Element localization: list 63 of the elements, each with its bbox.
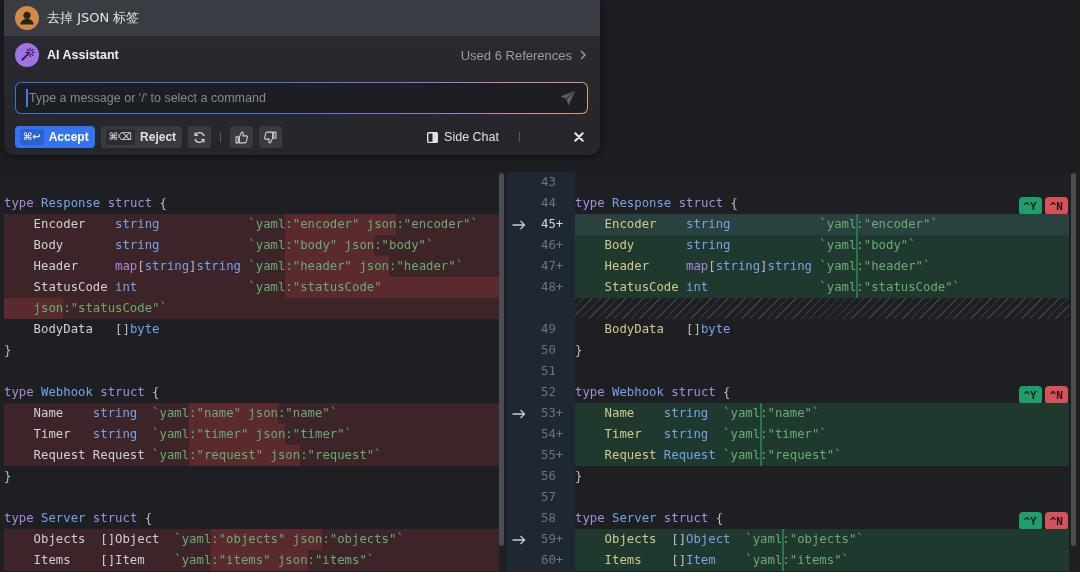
assistant-name: AI Assistant xyxy=(47,48,119,62)
code-line: } xyxy=(575,468,583,485)
send-icon[interactable] xyxy=(560,90,576,106)
code-line: } xyxy=(4,342,12,359)
line-number: 52 xyxy=(541,384,556,401)
regenerate-button[interactable] xyxy=(188,126,212,148)
accept-button[interactable]: ⌘↩ Accept xyxy=(15,126,95,148)
prompt-text: 去掉 JSON 标签 xyxy=(47,9,140,27)
line-number: 43 xyxy=(541,174,556,191)
code-line: type Response struct { xyxy=(4,195,167,212)
code-line: type Response struct { xyxy=(575,195,738,212)
line-number: 58 xyxy=(541,510,556,527)
line-number: 53+ xyxy=(541,405,564,422)
code-line: type Webhook struct { xyxy=(575,384,731,401)
accept-change-button[interactable]: ^Y xyxy=(1018,512,1042,530)
line-number: 51 xyxy=(541,363,556,380)
scrollbar-thumb[interactable] xyxy=(499,173,504,546)
line-number: 50 xyxy=(541,342,556,359)
line-number: 45+ xyxy=(541,216,564,233)
line-number: 48+ xyxy=(541,279,564,296)
line-number: 55+ xyxy=(541,447,564,464)
code-line: } xyxy=(4,468,12,485)
arrow-icon[interactable] xyxy=(512,534,526,545)
accept-change-button[interactable]: ^Y xyxy=(1018,197,1042,215)
reject-change-button[interactable]: ^N xyxy=(1044,197,1068,215)
magic-wand-icon xyxy=(15,43,39,67)
accept-change-button[interactable]: ^Y xyxy=(1018,386,1042,404)
message-input[interactable]: Type a message or '/' to select a command xyxy=(15,82,588,114)
line-number: 49 xyxy=(541,321,556,338)
shortcut-key: ⌘⌫ xyxy=(105,129,136,145)
references-link[interactable]: Used 6 References xyxy=(460,47,586,63)
line-number: 46+ xyxy=(541,237,564,254)
code-line: } xyxy=(575,342,583,359)
reject-change-button[interactable]: ^N xyxy=(1044,386,1068,404)
line-number: 44 xyxy=(541,195,556,212)
refresh-icon xyxy=(193,130,207,144)
code-line: BodyData []byte xyxy=(603,321,731,338)
arrow-icon[interactable] xyxy=(512,219,526,230)
shortcut-key: ⌘↩ xyxy=(20,129,44,145)
line-number: 59+ xyxy=(541,531,564,548)
thumbs-down-icon xyxy=(264,130,278,144)
scrollbar-thumb[interactable] xyxy=(1071,173,1076,546)
side-chat-button[interactable]: Side Chat xyxy=(427,130,499,144)
code-line: type Webhook struct { xyxy=(4,384,160,401)
side-panel-icon xyxy=(427,131,439,143)
close-icon[interactable] xyxy=(574,132,584,142)
text-cursor xyxy=(26,89,28,107)
line-number: 54+ xyxy=(541,426,564,443)
line-number: 47+ xyxy=(541,258,564,275)
code-line: type Server struct { xyxy=(4,510,153,527)
reject-button[interactable]: ⌘⌫ Reject xyxy=(100,126,183,148)
dislike-button[interactable] xyxy=(259,126,283,148)
user-avatar-icon xyxy=(15,6,39,30)
line-number: 60+ xyxy=(541,552,564,569)
like-button[interactable] xyxy=(230,126,254,148)
reject-change-button[interactable]: ^N xyxy=(1044,512,1068,530)
chevron-right-icon xyxy=(580,50,586,60)
arrow-icon[interactable] xyxy=(512,408,526,419)
code-line: type Server struct { xyxy=(575,510,724,527)
line-number: 57 xyxy=(541,489,556,506)
code-line: BodyData []byte xyxy=(32,321,160,338)
line-number: 56 xyxy=(541,468,556,485)
thumbs-up-icon xyxy=(235,130,249,144)
